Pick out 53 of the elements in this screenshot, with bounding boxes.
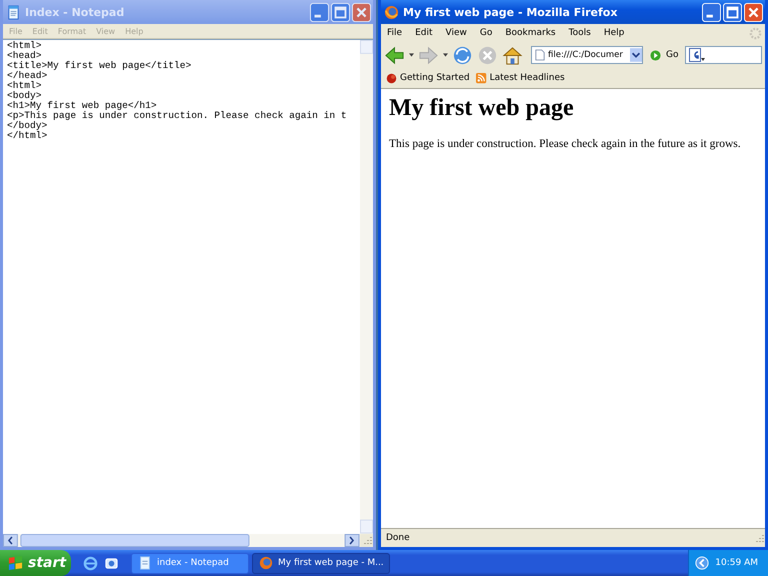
- code-line: <p>This page is under construction. Please check again in t: [7, 111, 348, 121]
- home-button[interactable]: [502, 44, 523, 66]
- page-heading: My first web page: [389, 95, 575, 122]
- go-icon: [650, 50, 661, 60]
- clock: 10:59 AM: [715, 558, 758, 568]
- desktop-icon[interactable]: [104, 556, 119, 570]
- menu-item[interactable]: View: [446, 28, 467, 38]
- caret-icon[interactable]: [443, 53, 448, 57]
- feed-icon: [476, 72, 487, 84]
- code-line: <body>: [7, 91, 43, 101]
- taskbar-button[interactable]: index - Notepad: [131, 552, 249, 574]
- menu-item[interactable]: File: [387, 28, 402, 38]
- firefox-icon: [384, 4, 399, 20]
- caret-icon[interactable]: [409, 53, 414, 57]
- menu-item[interactable]: Edit: [415, 28, 432, 38]
- code-line: <html>: [7, 41, 43, 51]
- address-field[interactable]: file:///C:/Documer: [531, 46, 643, 64]
- search-field[interactable]: [685, 46, 762, 64]
- close-button[interactable]: [744, 2, 763, 22]
- taskbar-button[interactable]: My first web page - M...: [252, 552, 390, 574]
- page-icon: [535, 49, 545, 61]
- page-paragraph: This page is under construction. Please check again in the future as it grows.: [389, 138, 742, 150]
- status-text: Done: [386, 533, 411, 543]
- code-line: <h1>My first web page</h1>: [7, 101, 158, 111]
- code-line: <html>: [7, 81, 43, 91]
- search-engine-icon: [689, 48, 706, 62]
- code-line: </head>: [7, 71, 48, 81]
- start-button[interactable]: start: [0, 550, 71, 576]
- minimize-button[interactable]: [702, 2, 721, 22]
- menu-item[interactable]: Tools: [568, 28, 591, 38]
- code-line: </html>: [7, 131, 48, 141]
- code-line: </body>: [7, 121, 48, 131]
- bookmark-link[interactable]: Getting Started: [386, 72, 470, 84]
- menu-item[interactable]: Bookmarks: [505, 28, 556, 38]
- back-button[interactable]: [384, 44, 405, 66]
- menu-item[interactable]: Help: [604, 28, 624, 38]
- notepad-icon: [6, 4, 21, 20]
- dropdown-button[interactable]: [630, 47, 642, 63]
- browser-icon[interactable]: [83, 556, 98, 570]
- windows-flag-icon: [8, 556, 23, 570]
- go-button[interactable]: Go: [647, 50, 682, 60]
- window-title: Index - Notepad: [25, 6, 126, 18]
- throbber-icon: [749, 26, 762, 40]
- menu-item[interactable]: Go: [480, 28, 492, 38]
- firefox-icon: [259, 556, 273, 570]
- show-hidden-icons-button[interactable]: [695, 556, 710, 570]
- notepad-icon: [138, 556, 152, 570]
- maximize-button[interactable]: [723, 2, 742, 22]
- bookmark-icon: [386, 72, 397, 84]
- code-line: <title>My first web page</title>: [7, 61, 192, 71]
- window-title: My first web page - Mozilla Firefox: [403, 6, 618, 18]
- code-line: <head>: [7, 51, 43, 61]
- bookmark-link[interactable]: Latest Headlines: [476, 72, 565, 84]
